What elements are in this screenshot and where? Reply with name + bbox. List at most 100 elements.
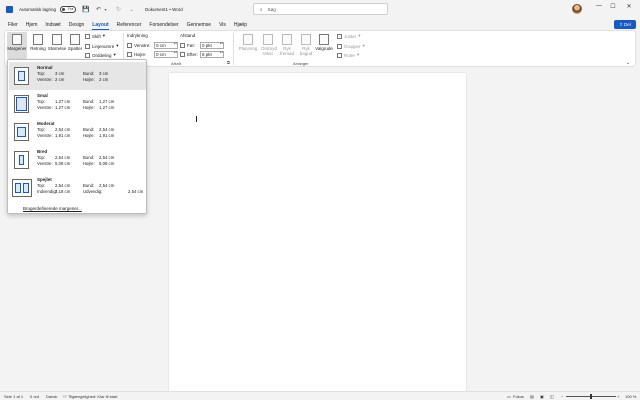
tab-hjaelp[interactable]: Hjælp [234,22,247,28]
selection-pane-button[interactable]: Valgrude [314,32,334,59]
position-button[interactable]: Placering [237,32,259,59]
indent-left-input[interactable]: 0 cm [154,42,178,49]
option-name: Normal [37,65,53,70]
zoom-out-icon[interactable]: − [561,394,563,399]
columns-icon [70,34,80,45]
focus-icon[interactable]: ▭ [507,394,511,399]
margin-option-normal[interactable]: Normal Top: 3 cm Bund: 3 cm Venstre: 2 cm Høj… [9,62,146,90]
option-row: Indvendig: 3,18 cm Udvendig: 2,54 cm [37,189,144,194]
document-page[interactable] [169,73,466,391]
spacing-after-input[interactable]: 8 pkt [200,51,224,58]
hyphenation-icon [85,52,90,58]
selection-pane-icon [319,34,329,45]
group-button[interactable]: Grupper ▾ [337,43,365,49]
word-count[interactable]: 0 ord [30,394,39,399]
indent-title: Indrykning [127,33,148,38]
tab-referencer[interactable]: Referencer [117,22,142,28]
zoom-thumb[interactable] [590,394,592,399]
web-layout-icon[interactable]: ◫ [550,394,554,399]
zoom-level[interactable]: 100 % [625,394,636,399]
share-button[interactable]: ⇪ Del [614,20,636,29]
option-row: Top: 2,54 cm Bund: 2,54 cm [37,183,115,188]
margin-option-bred[interactable]: Bred Top: 2,54 cm Bund: 2,54 cm Venstre: 5,0… [9,146,146,174]
tab-forsendelser[interactable]: Forsendelser [149,22,178,28]
customize-toolbar-icon[interactable]: ⌄ [128,7,135,12]
group-label: Grupper [344,43,361,49]
position-icon [243,34,253,45]
redo-icon[interactable]: ↻ [115,6,122,13]
size-icon [52,34,62,45]
columns-button[interactable]: Spalter [67,32,83,59]
option-row: Venstre: 1,91 cm Højre: 1,91 cm [37,133,115,138]
margin-option-moderat[interactable]: Moderat Top: 2,54 cm Bund: 2,54 cm Venstre:… [9,118,146,146]
bring-forward-button[interactable]: Ryk fremad [278,32,296,59]
margin-option-spejlet[interactable]: Spejlet Top: 2,54 cm Bund: 2,54 cm Indvendi… [9,174,146,202]
indent-right-input[interactable]: 0 cm [154,51,178,58]
close-icon[interactable]: ✕ [623,3,635,10]
custom-margins-link[interactable]: Brugerdefinerede margener... [23,206,82,211]
dialog-launcher-icon[interactable]: ⧉ [227,60,230,65]
rotate-button[interactable]: Roter ▾ [337,52,359,58]
undo-icon[interactable]: ↶ [95,6,102,13]
search-input[interactable]: ⌕ Søg [253,3,388,15]
breaks-label: Skift [92,33,101,39]
size-label: Størrelse [47,46,67,51]
hyphenation-button[interactable]: Orddeling ▾ [85,52,116,58]
line-numbers-label: Linjenumre [92,43,115,49]
size-button[interactable]: Størrelse [47,32,67,59]
tab-filer[interactable]: Filer [8,22,18,28]
option-name: Smal [37,93,48,98]
margin-preview-icon [14,67,29,85]
align-button[interactable]: Juster ▾ [337,33,361,39]
margins-button[interactable]: Margener [7,32,27,59]
maximize-icon[interactable]: ☐ [607,3,619,10]
tab-indsaet[interactable]: Indsæt [45,22,60,28]
spacing-after-icon [180,52,185,57]
avatar[interactable] [572,4,582,14]
chevron-down-icon[interactable]: ▾ [102,7,109,12]
tab-layout[interactable]: Layout [92,22,110,30]
save-icon[interactable]: 💾 [82,6,89,13]
orientation-button[interactable]: Retning [29,32,47,59]
tab-hjem[interactable]: Hjem [26,22,38,28]
read-mode-icon[interactable]: ▤ [530,394,534,399]
accessibility-status[interactable]: Tilgængelighed: Klar til start [68,394,117,399]
align-label: Juster [344,33,357,39]
focus-label[interactable]: Fokus [513,394,524,399]
breaks-button[interactable]: Skift ▾ [85,33,105,39]
chevron-down-icon: ▾ [357,52,360,57]
spacing-before-input[interactable]: 0 pkt [200,42,224,49]
collapse-ribbon-icon[interactable]: ⌄ [626,60,630,66]
autosave-state: Fra [68,7,74,11]
option-row: Venstre: 1,27 cm Højre: 1,27 cm [37,105,115,110]
option-name: Spejlet [37,177,52,182]
tab-gennemse[interactable]: Gennemse [187,22,211,28]
tab-design[interactable]: Design [69,22,85,28]
send-backward-button[interactable]: Ryk bagud [297,32,315,59]
spacing-after-label: Efter: [187,52,198,57]
spacing-after: Efter: 8 pkt [180,51,224,58]
autosave-toggle[interactable]: Fra [60,6,77,13]
tab-vis[interactable]: Vis [219,22,226,28]
autosave-label: Automatisk lagring [19,7,57,12]
rotate-label: Roter [344,52,356,58]
print-layout-icon[interactable]: ▣ [540,394,544,399]
group-separator [233,33,234,65]
zoom-in-icon[interactable]: + [617,394,619,399]
menu-bar: Filer Hjem Indsæt Design Layout Referenc… [0,19,640,30]
selection-pane-label: Valgrude [315,46,333,51]
language[interactable]: Dansk [46,394,57,399]
indent-left-icon [127,43,132,48]
indent-right-label: Højre: [134,52,147,57]
zoom-slider[interactable] [566,394,616,399]
option-row: Venstre: 5,08 cm Højre: 5,08 cm [37,161,115,166]
page-count[interactable]: Side 1 af 1 [4,394,23,399]
breaks-icon [85,33,90,39]
chevron-down-icon: ▾ [102,33,106,38]
document-title: Dokument1 • Word [145,7,183,12]
line-numbers-button[interactable]: Linjenumre ▾ [85,43,119,49]
wrap-text-button[interactable]: Ombryd tekst [259,32,277,59]
group-icon [337,43,342,49]
margin-option-smal[interactable]: Smal Top: 1,27 cm Bund: 1,27 cm Venstre: 1,2… [9,90,146,118]
minimize-icon[interactable]: — [593,3,605,9]
